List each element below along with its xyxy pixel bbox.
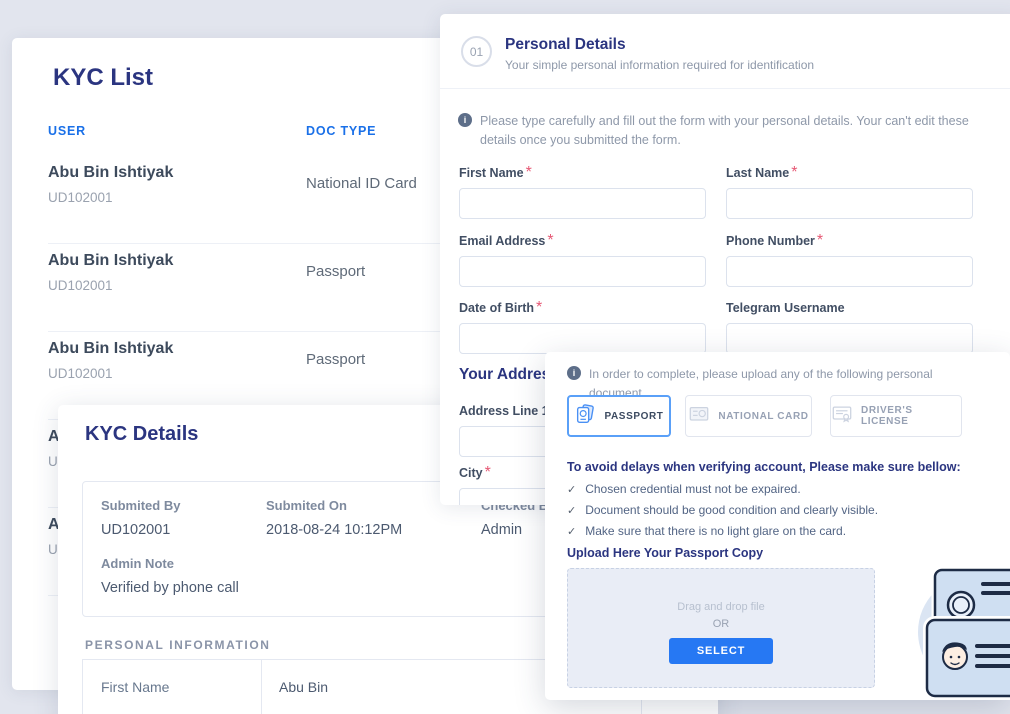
required-mark: * [817,232,823,249]
doc-type: National ID Card [306,175,417,192]
drivers-license-doc-button[interactable]: DRIVER'S LICENSE [830,395,962,437]
required-mark: * [526,164,532,181]
user-name: Abu Bin Ishtiyak [48,252,173,270]
upload-here-title: Upload Here Your Passport Copy [567,546,763,560]
first-name-row-value: Abu Bin [279,679,328,695]
admin-note-label: Admin Note [101,556,174,571]
dropzone-separator: OR [568,618,874,630]
phone-number-input[interactable] [726,256,973,287]
user-id: UD102001 [48,366,113,381]
national-card-button-label: NATIONAL CARD [718,411,808,422]
submitted-on-value: 2018-08-24 10:12PM [266,522,402,538]
required-mark: * [536,299,542,316]
passport-doc-button[interactable]: PASSPORT [567,395,671,437]
form-note-text: Please type carefully and fill out the f… [480,112,993,151]
last-name-field: Last Name* [726,164,973,219]
kyc-list-title: KYC List [53,64,153,92]
submitted-by-value: UD102001 [101,522,170,538]
last-name-input[interactable] [726,188,973,219]
email-address-label: Email Address [459,234,545,248]
required-mark: * [547,232,553,249]
date-of-birth-label: Date of Birth [459,301,534,315]
telegram-username-label: Telegram Username [726,301,845,315]
personal-details-title: Personal Details [505,36,626,54]
admin-note-value: Verified by phone call [101,580,239,596]
checklist-item-text: Make sure that there is no light glare o… [585,524,846,538]
checklist-item: ✓ Make sure that there is no light glare… [567,524,846,538]
file-dropzone[interactable]: Drag and drop file OR SELECT [567,568,875,688]
drivers-license-button-label: DRIVER'S LICENSE [861,405,961,427]
date-of-birth-field: Date of Birth* [459,299,706,354]
last-name-label: Last Name [726,166,789,180]
personal-details-subtitle: Your simple personal information require… [505,58,814,72]
check-icon: ✓ [567,483,576,496]
user-name: Abu Bin Ishtiyak [48,164,173,182]
first-name-row-label: First Name [101,679,169,695]
checked-by-value: Admin [481,522,522,538]
kyc-details-title: KYC Details [85,423,198,446]
info-icon: i [458,113,472,127]
checklist-item-text: Chosen credential must not be expaired. [585,482,800,496]
telegram-username-input[interactable] [726,323,973,354]
phone-number-label: Phone Number [726,234,815,248]
header-divider [440,88,1010,89]
national-card-icon [688,403,710,430]
email-address-field: Email Address* [459,232,706,287]
address-line-1-label: Address Line 1 [459,404,549,418]
column-header-user[interactable]: USER [48,124,86,138]
personal-information-section-title: PERSONAL INFORMATION [85,638,271,652]
passport-button-label: PASSPORT [604,411,663,422]
select-file-button[interactable]: SELECT [669,638,773,664]
email-address-input[interactable] [459,256,706,287]
first-name-input[interactable] [459,188,706,219]
drivers-license-icon [831,403,853,430]
required-mark: * [485,464,491,481]
user-name: Abu Bin Ishtiyak [48,340,173,358]
info-icon: i [567,366,581,380]
first-name-field: First Name* [459,164,706,219]
check-icon: ✓ [567,525,576,538]
required-mark: * [791,164,797,181]
submitted-on-label: Submited On [266,498,347,513]
id-cards-illustration [897,560,1010,714]
checklist-item: ✓ Document should be good condition and … [567,503,878,517]
doc-type: Passport [306,263,365,280]
telegram-username-field: Telegram Username* [726,299,973,354]
checklist-item: ✓ Chosen credential must not be expaired… [567,482,801,496]
first-name-label: First Name [459,166,524,180]
user-id: UD102001 [48,278,113,293]
your-address-title: Your Address [459,366,559,384]
checklist-item-text: Document should be good condition and cl… [585,503,878,517]
passport-icon [574,403,596,430]
check-icon: ✓ [567,504,576,517]
city-label: City [459,466,483,480]
upload-document-panel: i In order to complete, please upload an… [545,352,1010,700]
phone-number-field: Phone Number* [726,232,973,287]
kyc-admin-screen: KYC List USER DOC TYPE Abu Bin Ishtiyak … [0,0,1010,714]
user-id: UD102001 [48,190,113,205]
cell-divider [261,660,262,714]
dropzone-hint: Drag and drop file [568,601,874,613]
doc-type: Passport [306,351,365,368]
form-note: i Please type carefully and fill out the… [458,112,993,151]
submitted-by-label: Submited By [101,498,180,513]
national-card-doc-button[interactable]: NATIONAL CARD [685,395,812,437]
step-number-badge: 01 [461,36,492,67]
id-card-graphic [927,620,1010,696]
date-of-birth-input[interactable] [459,323,706,354]
column-header-doc-type[interactable]: DOC TYPE [306,124,376,138]
checklist-title: To avoid delays when verifying account, … [567,460,961,474]
